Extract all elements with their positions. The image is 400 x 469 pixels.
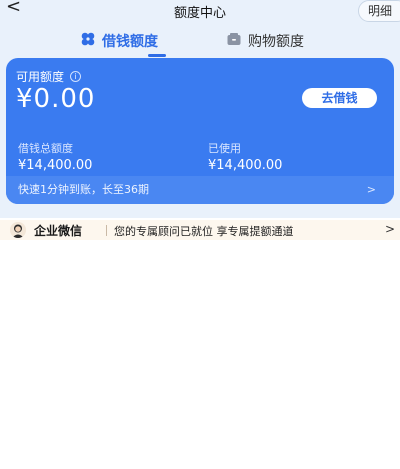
borrow-button[interactable]: 去借钱 — [302, 88, 377, 108]
used-limit-value: ¥14,400.00 — [208, 158, 283, 173]
wechat-title: 企业微信 — [34, 224, 83, 238]
wallet-icon — [226, 31, 242, 51]
tab-bar: 借钱额度 购物额度 — [0, 30, 400, 58]
chevron-right-icon: > — [366, 183, 376, 196]
advisor-avatar — [10, 222, 26, 238]
active-tab-indicator — [148, 54, 166, 57]
info-icon[interactable]: i — [70, 71, 82, 82]
banner-divider — [106, 225, 107, 236]
used-limit: 已使用 ¥14,400.00 — [208, 140, 282, 173]
clover-icon — [80, 31, 96, 51]
loan-info-text: 快速1分钟到账，长至36期 — [18, 183, 149, 196]
tab-shop-label: 购物额度 — [248, 34, 304, 50]
available-limit-text: 可用额度 — [16, 70, 65, 84]
tab-shopping-limit[interactable]: 购物额度 — [226, 30, 304, 52]
loan-info-row[interactable]: 快速1分钟到账，长至36期 > — [6, 176, 394, 204]
available-limit-label: 可用额度 i — [16, 68, 82, 85]
credit-card-panel: 可用额度 i ¥0.00 去借钱 借钱总额度 ¥14,400.00 已使用 ¥1… — [6, 58, 394, 204]
nav-bar: < 额度中心 明细 — [0, 0, 400, 26]
wechat-advisor-banner[interactable]: 企业微信 您的专属顾问已就位 享专属提额通道 > — [0, 220, 400, 240]
tab-loan-label: 借钱额度 — [102, 34, 158, 50]
page-title: 额度中心 — [173, 6, 226, 21]
wechat-message: 您的专属顾问已就位 享专属提额通道 — [114, 225, 294, 238]
chevron-right-icon: > — [385, 222, 396, 236]
total-limit-label: 借钱总额度 — [18, 142, 73, 155]
used-limit-label: 已使用 — [208, 142, 241, 155]
total-limit-value: ¥14,400.00 — [18, 158, 93, 173]
tab-loan-limit[interactable]: 借钱额度 — [80, 30, 158, 52]
available-amount: ¥0.00 — [16, 84, 96, 114]
detail-button[interactable]: 明细 — [358, 0, 400, 22]
total-limit: 借钱总额度 ¥14,400.00 — [18, 140, 92, 173]
